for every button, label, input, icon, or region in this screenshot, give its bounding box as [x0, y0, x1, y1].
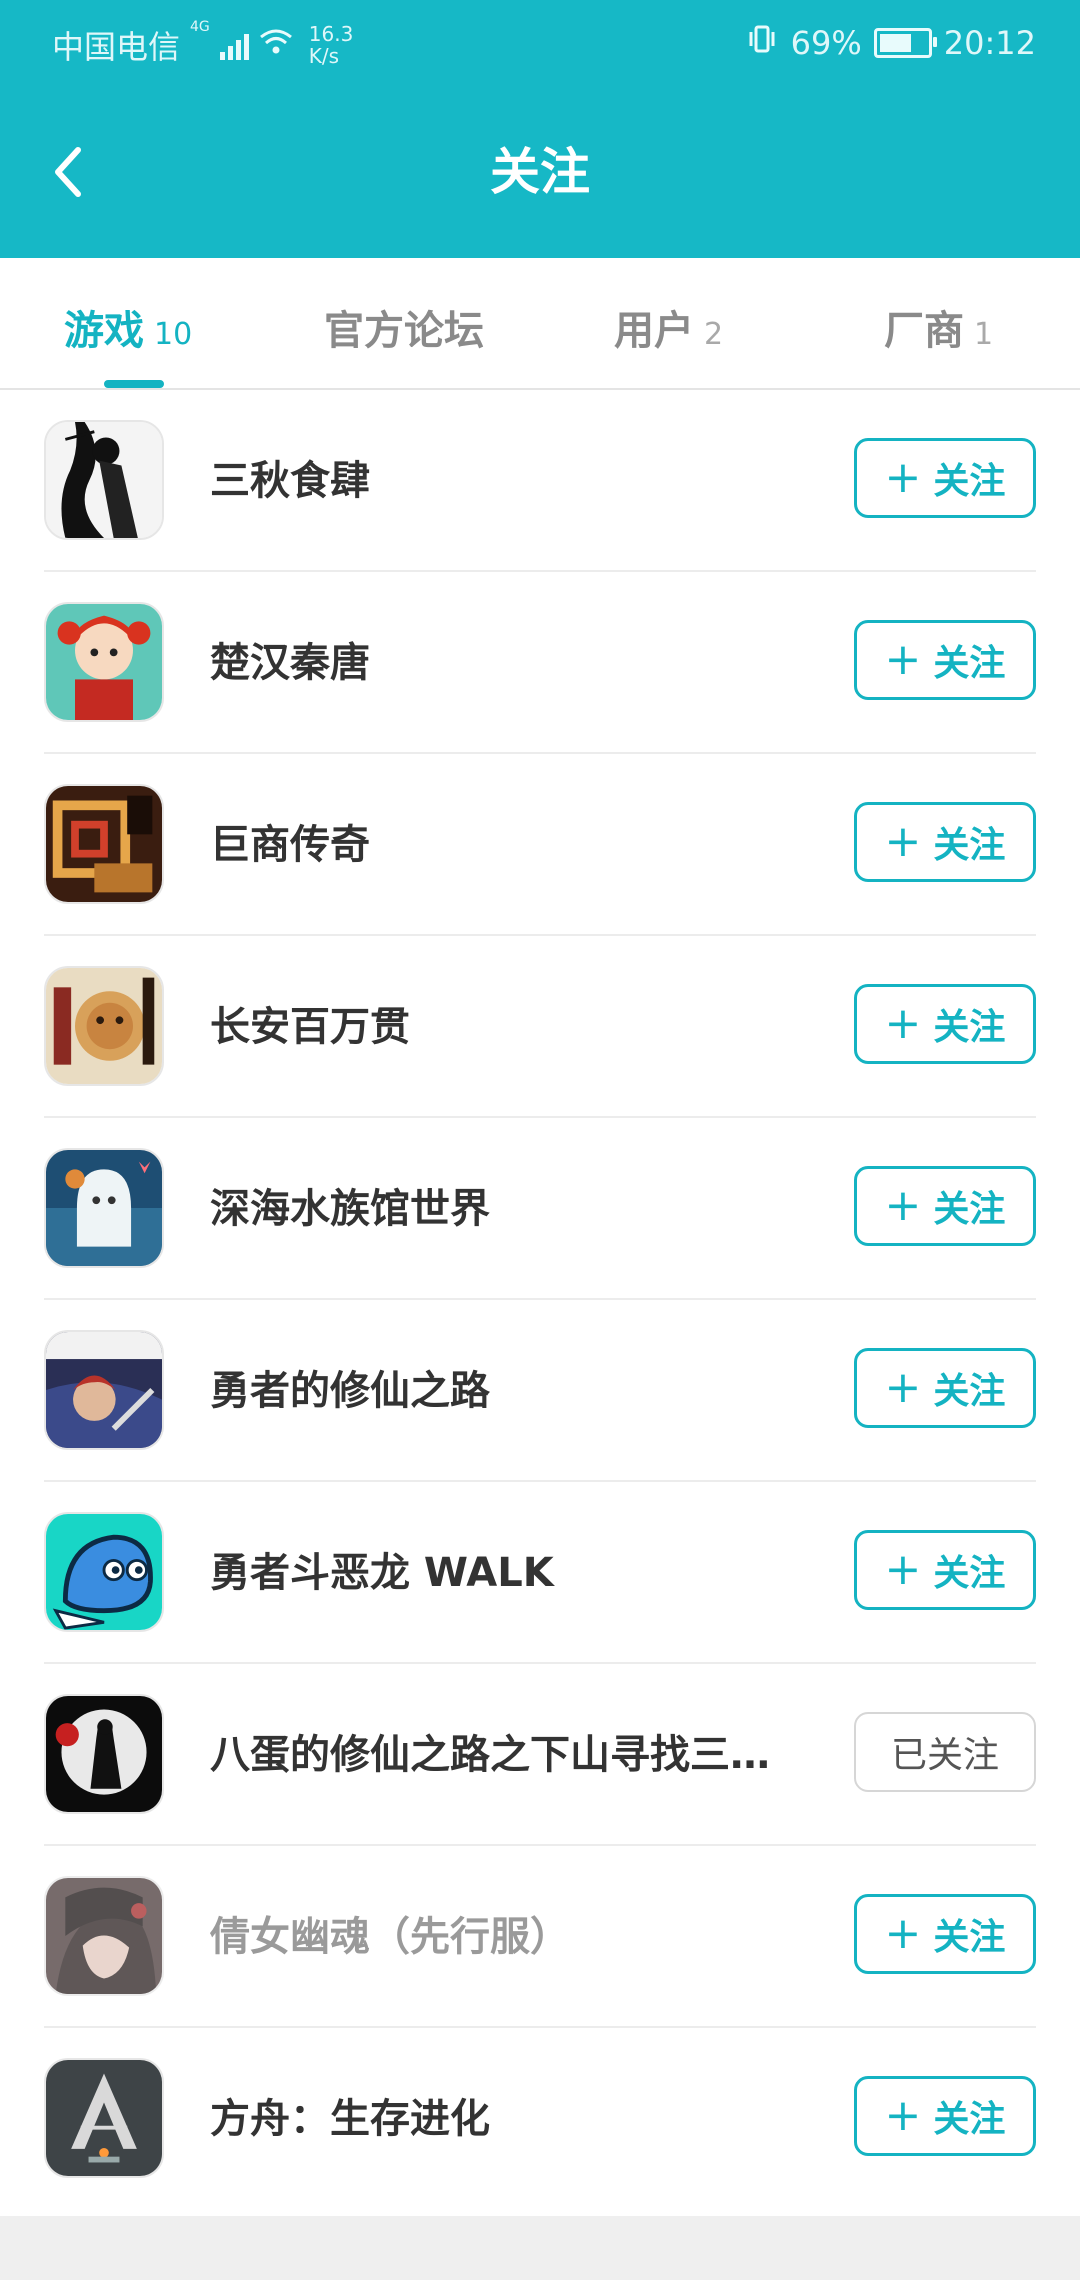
follow-button[interactable]: + 关注 [854, 2076, 1036, 2156]
follow-button[interactable]: + 关注 [854, 620, 1036, 700]
follow-button[interactable]: + 关注 [854, 1348, 1036, 1428]
sanqiu-icon[interactable] [44, 420, 164, 540]
followed-button[interactable]: 已关注 [854, 1712, 1036, 1792]
battery-icon [873, 28, 937, 58]
list-item[interactable]: 勇者的修仙之路 + 关注 [0, 1300, 1080, 1482]
plus-icon: + [884, 1362, 922, 1413]
ark-icon[interactable] [44, 2058, 164, 2178]
plus-icon: + [884, 816, 922, 867]
app-header: 中国电信 4G 16.3 K/s 69% 20:12 关注 [0, 0, 1080, 258]
plus-icon: + [884, 1180, 922, 1231]
jushang-icon[interactable] [44, 784, 164, 904]
game-name: 倩女幽魂（先行服） [210, 1914, 570, 1960]
page-title: 关注 [490, 143, 590, 201]
follow-button[interactable]: + 关注 [854, 802, 1036, 882]
wifi-icon [259, 26, 293, 64]
tab-vendors-count: 1 [974, 317, 994, 352]
follow-label: 关注 [933, 2099, 1006, 2140]
tab-users-count: 2 [704, 317, 724, 352]
chuhan-icon[interactable] [44, 602, 164, 722]
game-name: 长安百万贯 [210, 1004, 410, 1050]
game-name: 三秋食肆 [210, 458, 370, 504]
qiannv-icon[interactable] [44, 1876, 164, 1996]
list-item[interactable]: 楚汉秦唐 + 关注 [0, 572, 1080, 754]
follow-button[interactable]: + 关注 [854, 438, 1036, 518]
follow-button[interactable]: + 关注 [854, 1530, 1036, 1610]
plus-icon: + [884, 1908, 922, 1959]
game-name: 巨商传奇 [210, 822, 370, 868]
badan-icon[interactable] [44, 1694, 164, 1814]
follow-label: 关注 [933, 825, 1006, 866]
game-name: 勇者斗恶龙 WALK [210, 1550, 554, 1596]
follow-button[interactable]: + 关注 [854, 984, 1036, 1064]
tab-official-forum[interactable]: 官方论坛 [324, 298, 484, 356]
changan-icon[interactable] [44, 966, 164, 1086]
tab-indicator [104, 380, 164, 388]
tab-vendors[interactable]: 厂商 1 [884, 298, 993, 356]
tab-forum-label: 官方论坛 [324, 308, 484, 354]
game-name: 深海水族馆世界 [210, 1186, 490, 1232]
tab-users-label: 用户 [614, 308, 694, 354]
game-name: 方舟：生存进化 [210, 2096, 490, 2142]
battery-percent: 69% [790, 24, 862, 62]
plus-icon: + [884, 998, 922, 1049]
tab-bar: 游戏 10 官方论坛 用户 2 厂商 1 [0, 258, 1080, 390]
follow-button[interactable]: + 关注 [854, 1166, 1036, 1246]
plus-icon: + [884, 1544, 922, 1595]
follow-label: 关注 [933, 1371, 1006, 1412]
follow-label: 关注 [933, 643, 1006, 684]
dragon-quest-walk-icon[interactable] [44, 1512, 164, 1632]
game-list: 三秋食肆 + 关注 楚汉秦唐 + 关注 巨商传奇 + 关注 长安百万贯 + 关注 深海水 [0, 390, 1080, 2216]
vibrate-icon [745, 22, 779, 64]
list-item[interactable]: 三秋食肆 + 关注 [0, 390, 1080, 572]
plus-icon: + [884, 452, 922, 503]
followed-label: 已关注 [890, 1735, 999, 1776]
list-item[interactable]: 倩女幽魂（先行服） + 关注 [0, 1846, 1080, 2028]
clock: 20:12 [943, 24, 1036, 62]
tab-vendors-label: 厂商 [884, 308, 964, 354]
follow-button[interactable]: + 关注 [854, 1894, 1036, 1974]
network-speed: 16.3 K/s [309, 23, 354, 67]
follow-label: 关注 [933, 1917, 1006, 1958]
list-item[interactable]: 深海水族馆世界 + 关注 [0, 1118, 1080, 1300]
list-item[interactable]: 勇者斗恶龙 WALK + 关注 [0, 1482, 1080, 1664]
list-item[interactable]: 巨商传奇 + 关注 [0, 754, 1080, 936]
tab-games-label: 游戏 [64, 308, 144, 354]
tab-users[interactable]: 用户 2 [614, 298, 723, 356]
plus-icon: + [884, 634, 922, 685]
follow-label: 关注 [933, 461, 1006, 502]
speed-value: 16.3 [308, 22, 354, 46]
game-name: 楚汉秦唐 [210, 640, 370, 686]
game-name: 勇者的修仙之路 [210, 1368, 490, 1414]
tab-games-count: 10 [154, 317, 193, 352]
signal-icon [219, 30, 249, 60]
follow-label: 关注 [933, 1007, 1006, 1048]
tab-games[interactable]: 游戏 10 [64, 298, 192, 356]
network-type: 4G [190, 19, 210, 35]
follow-label: 关注 [933, 1189, 1006, 1230]
aquarium-icon[interactable] [44, 1148, 164, 1268]
game-name: 八蛋的修仙之路之下山寻找三… [210, 1732, 770, 1778]
plus-icon: + [884, 2090, 922, 2141]
list-item[interactable]: 长安百万贯 + 关注 [0, 936, 1080, 1118]
follow-label: 关注 [933, 1553, 1006, 1594]
list-item[interactable]: 方舟：生存进化 + 关注 [0, 2028, 1080, 2210]
speed-unit: K/s [308, 44, 340, 68]
status-bar: 中国电信 4G 16.3 K/s 69% 20:12 [0, 0, 1080, 92]
list-item[interactable]: 八蛋的修仙之路之下山寻找三… 已关注 [0, 1664, 1080, 1846]
hero-cultivation-icon[interactable] [44, 1330, 164, 1450]
carrier-label: 中国电信 [52, 28, 181, 66]
title-bar: 关注 [0, 92, 1080, 258]
